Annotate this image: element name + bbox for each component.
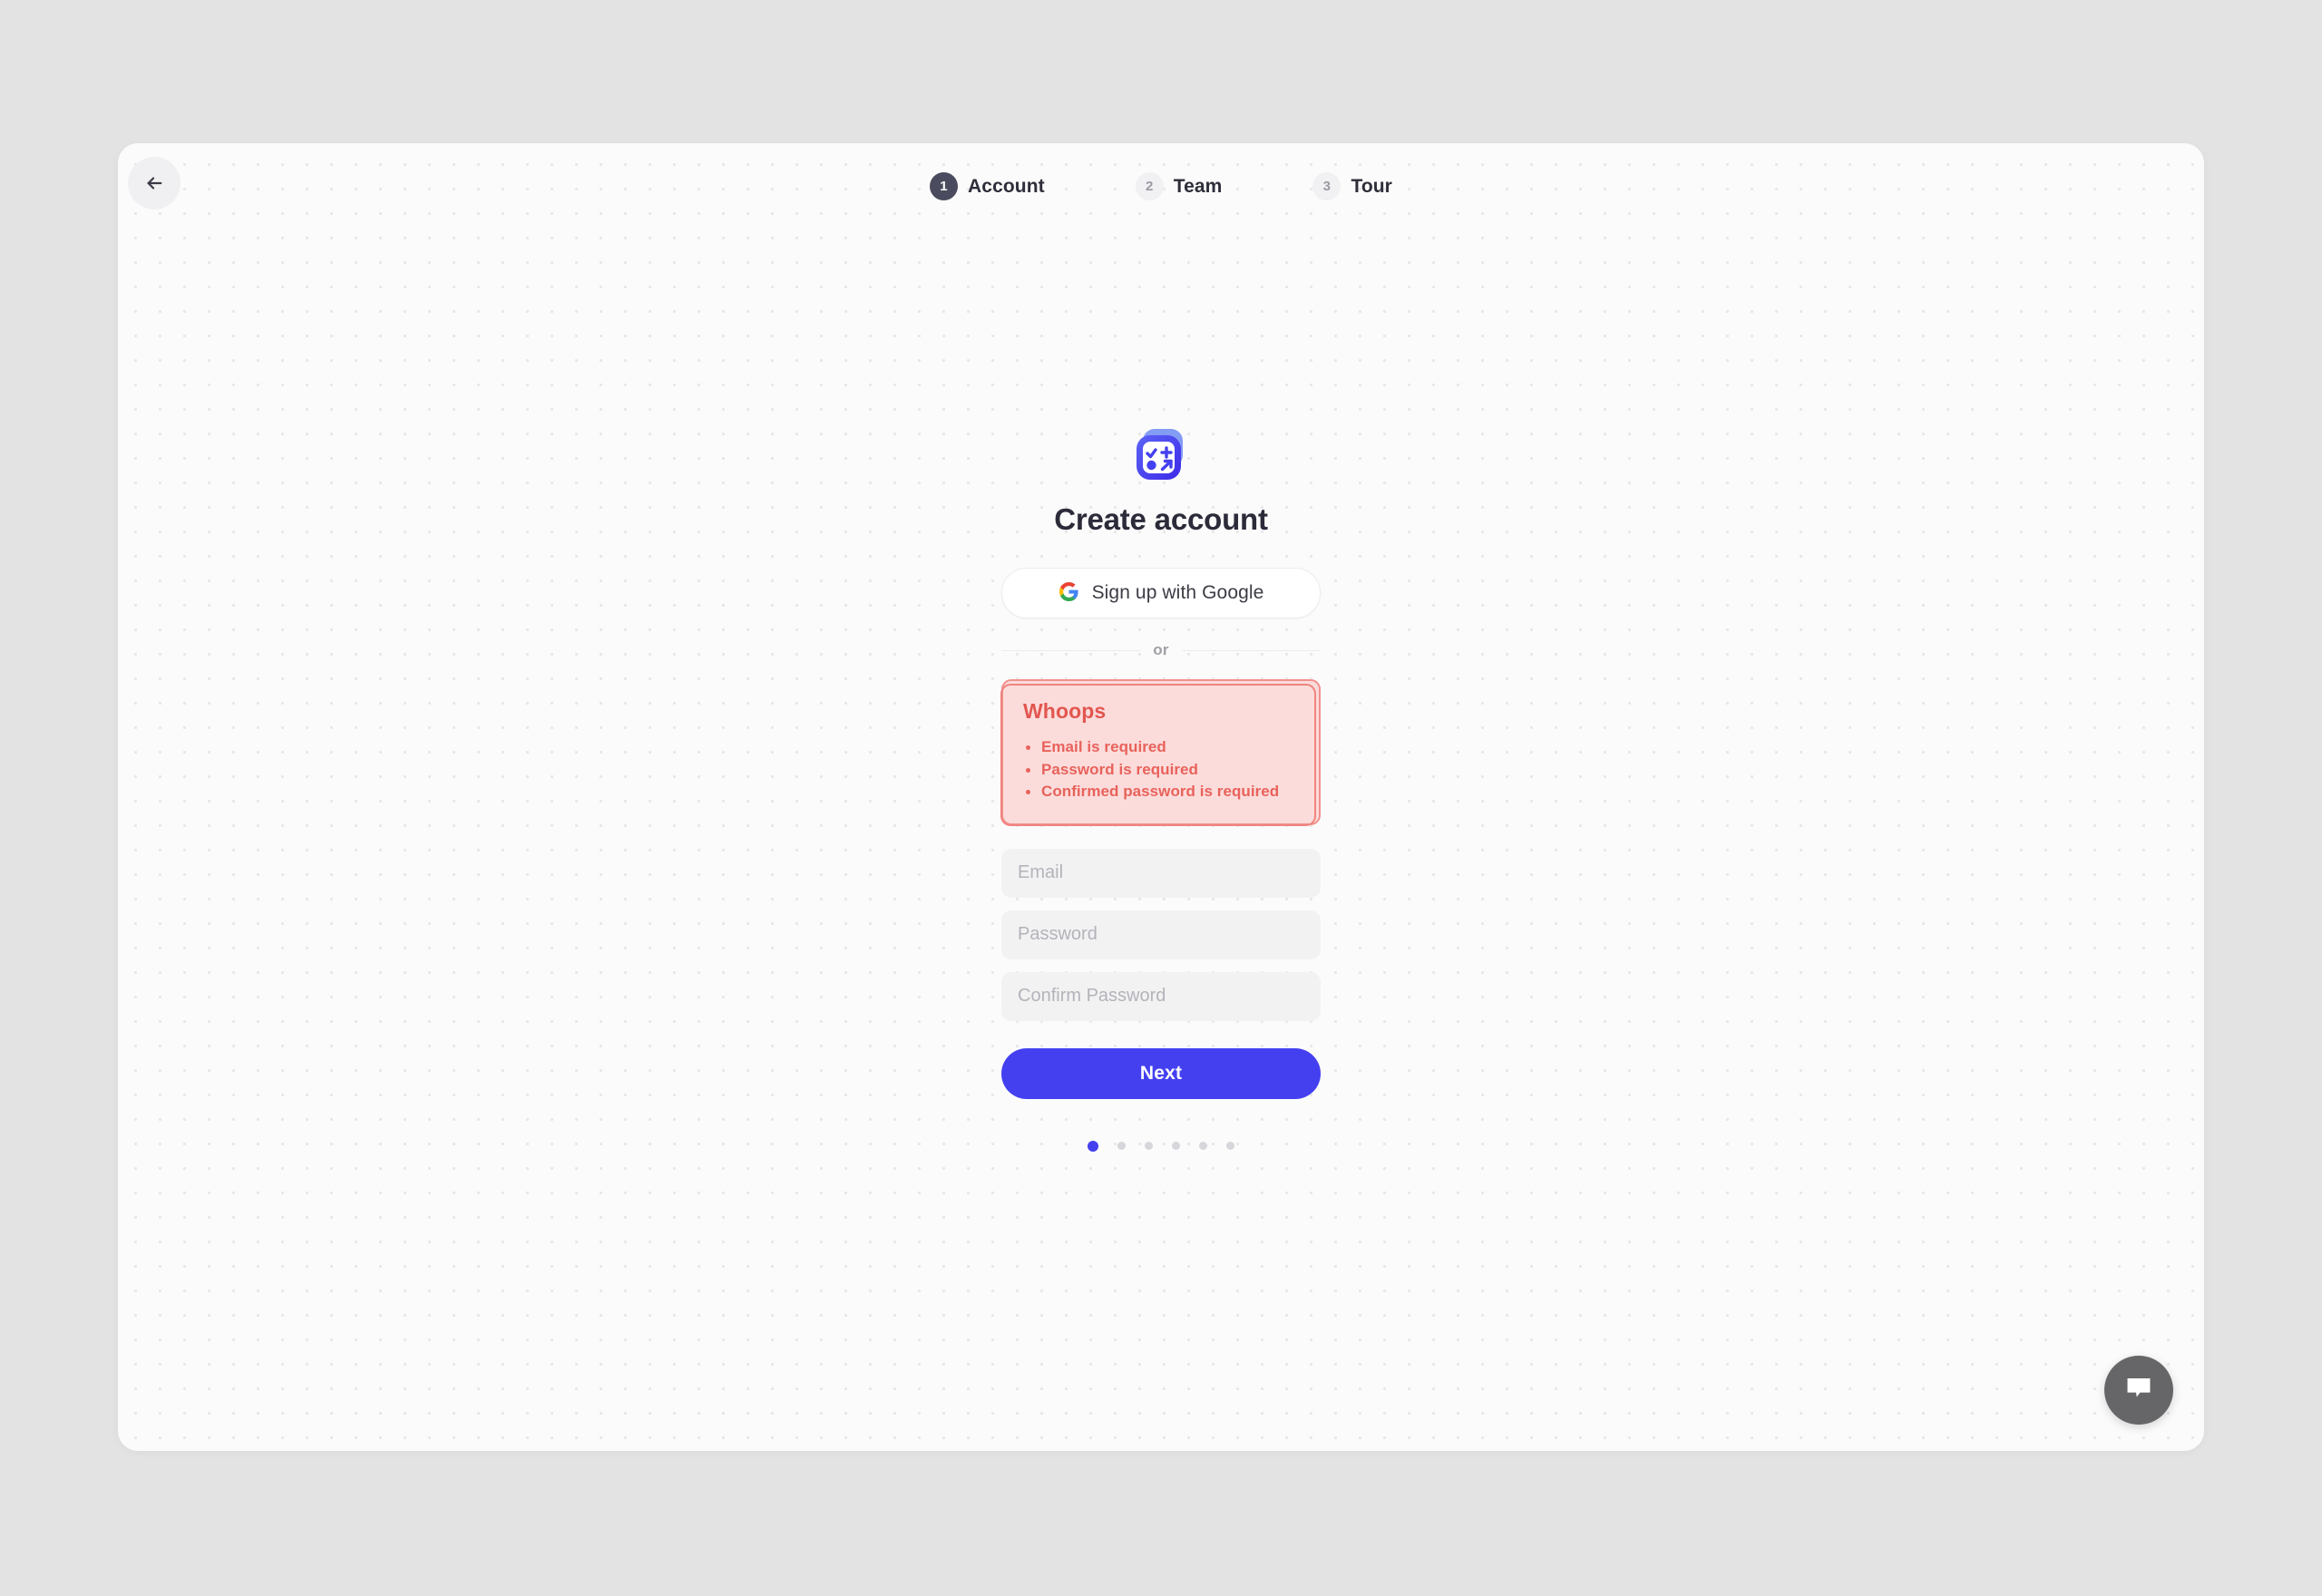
pagination-dots	[1088, 1140, 1234, 1152]
chat-bubble-icon	[2123, 1373, 2154, 1408]
step-number-3: 3	[1312, 172, 1341, 200]
step-label-tour: Tour	[1351, 175, 1392, 197]
error-list: Email is required Password is required C…	[1023, 736, 1299, 803]
pagination-dot[interactable]	[1226, 1142, 1234, 1151]
stepper-item-account[interactable]: 1 Account	[930, 172, 1045, 200]
confirm-password-field[interactable]	[1001, 971, 1321, 1021]
error-item: Password is required	[1023, 759, 1299, 782]
pagination-dot[interactable]	[1088, 1140, 1098, 1152]
pagination-dot[interactable]	[1117, 1142, 1126, 1151]
error-title: Whoops	[1023, 699, 1107, 723]
next-button[interactable]: Next	[1001, 1047, 1321, 1099]
divider-rule-right	[1181, 649, 1321, 651]
pagination-dot[interactable]	[1199, 1142, 1207, 1151]
email-field[interactable]	[1001, 848, 1321, 898]
google-button-label: Sign up with Google	[1091, 582, 1264, 603]
google-icon	[1059, 581, 1079, 605]
divider-label: or	[1153, 641, 1169, 658]
app-logo-icon	[1133, 426, 1189, 482]
signup-form: Create account Sign up with Google or Wh…	[1000, 426, 1321, 1152]
stepper-item-tour[interactable]: 3 Tour	[1312, 172, 1392, 200]
stepper-item-team[interactable]: 2 Team	[1135, 172, 1223, 200]
or-divider: or	[1001, 641, 1321, 659]
pagination-dot[interactable]	[1145, 1142, 1153, 1151]
stepper: 1 Account 2 Team 3 Tour	[0, 172, 2322, 200]
step-label-team: Team	[1173, 175, 1223, 197]
page-title: Create account	[1054, 502, 1268, 536]
error-item: Email is required	[1023, 736, 1299, 759]
chat-widget-button[interactable]	[2104, 1356, 2173, 1425]
step-number-2: 2	[1135, 172, 1164, 200]
error-item: Confirmed password is required	[1023, 781, 1299, 803]
step-label-account: Account	[968, 175, 1045, 197]
divider-rule-left	[1001, 649, 1141, 651]
error-alert: Whoops Email is required Password is req…	[1000, 679, 1321, 826]
pagination-dot[interactable]	[1172, 1142, 1180, 1151]
step-number-1: 1	[930, 172, 959, 200]
password-field[interactable]	[1001, 910, 1321, 959]
sign-up-with-google-button[interactable]: Sign up with Google	[1001, 568, 1321, 618]
screen: 1 Account 2 Team 3 Tour Create account S…	[0, 0, 2322, 1596]
